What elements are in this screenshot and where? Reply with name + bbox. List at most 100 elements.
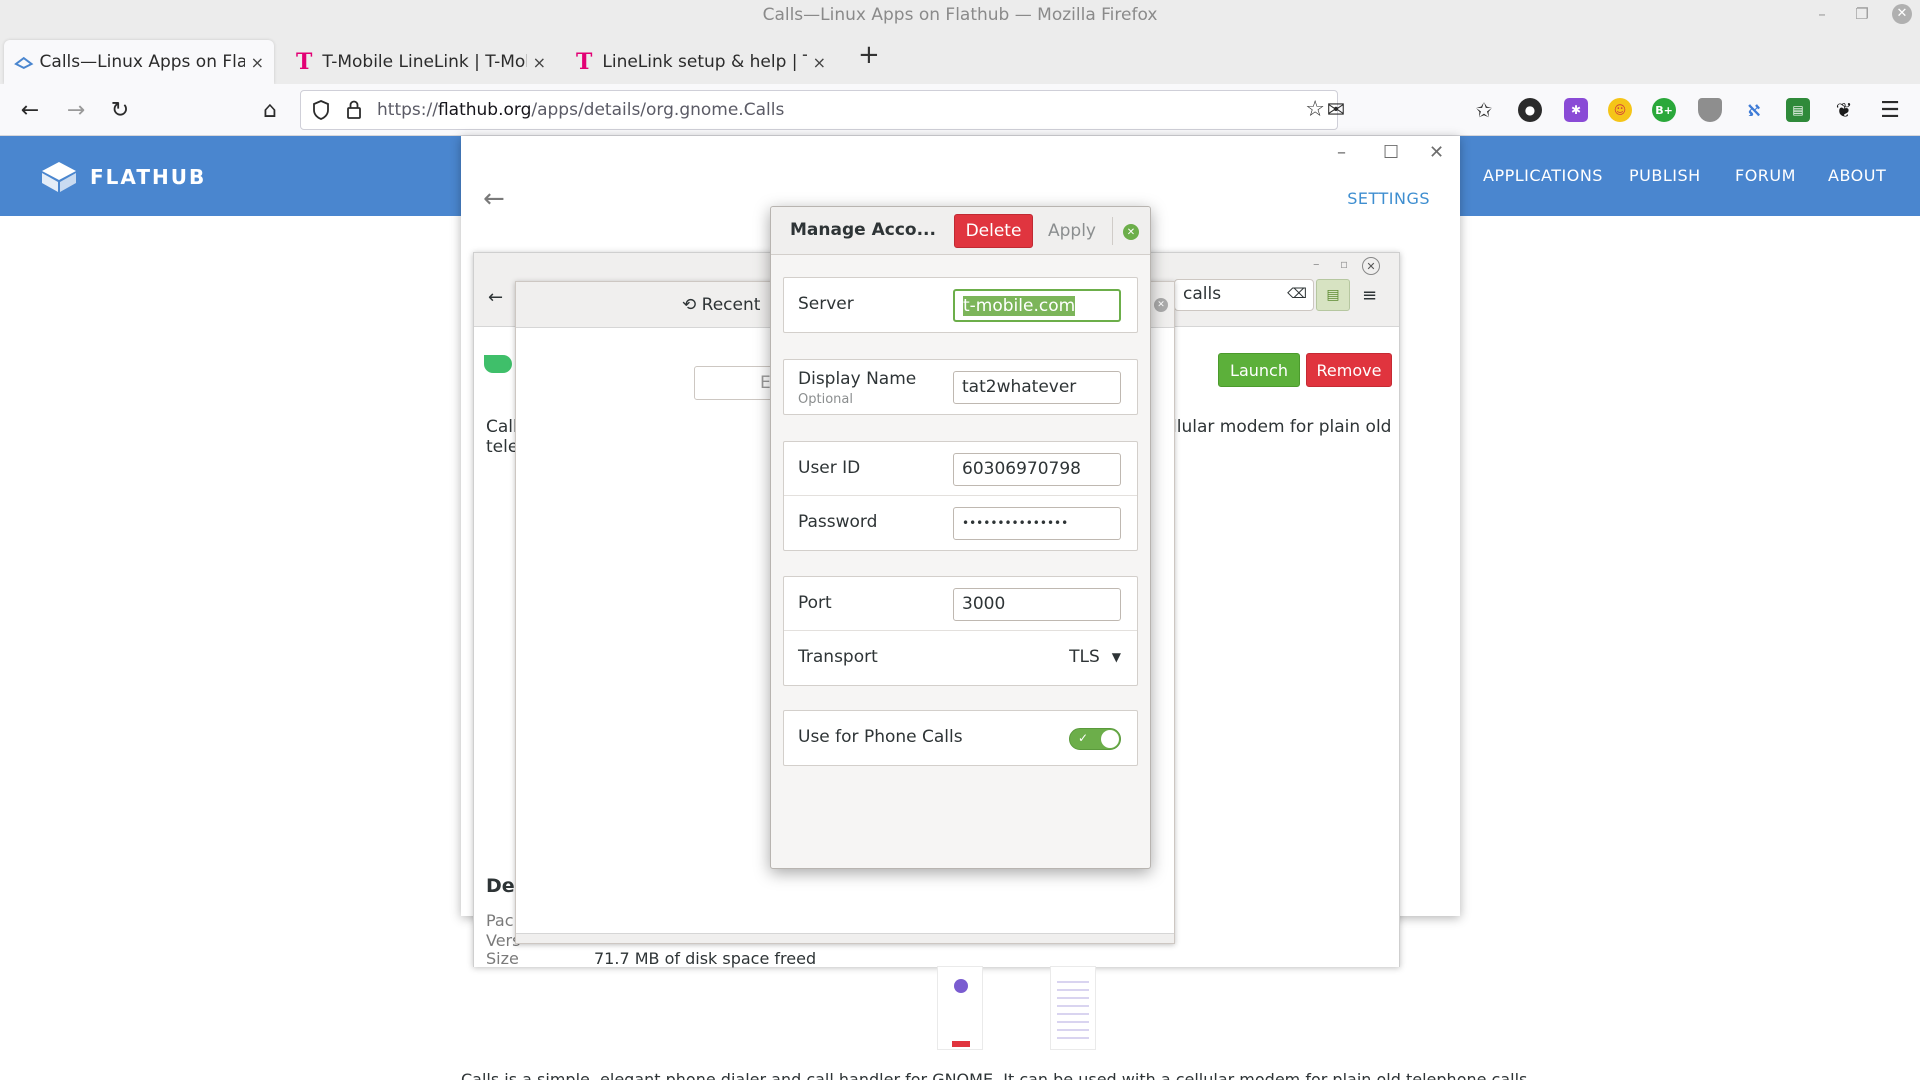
flathub-logo[interactable]: FLATHUB	[40, 160, 206, 194]
url-bar[interactable]: https://flathub.org/apps/details/org.gno…	[300, 90, 1338, 130]
extension-translate-icon[interactable]: ℵ	[1742, 98, 1766, 122]
settings-link[interactable]: SETTINGS	[1347, 189, 1430, 208]
tab-title: Calls—Linux Apps on Flathu	[39, 52, 245, 72]
dialog-title: Manage Acco...	[790, 220, 936, 240]
server-field[interactable]: t-mobile.com	[953, 289, 1121, 322]
maximize-icon[interactable]: ☐	[1383, 142, 1399, 163]
extension-dark-icon[interactable]: ●	[1518, 98, 1542, 122]
toggle-knob	[1101, 730, 1119, 748]
port-row: Port 3000	[784, 577, 1137, 631]
phone-calls-card: Use for Phone Calls ✓	[783, 710, 1138, 766]
display-name-field[interactable]: tat2whatever	[953, 371, 1121, 404]
size-value: 71.7 MB of disk space freed	[594, 949, 817, 968]
app-icon	[484, 355, 512, 373]
server-card: Server t-mobile.com	[783, 277, 1138, 333]
restore-icon[interactable]: ❐	[1852, 4, 1872, 24]
tab-linelink-setup[interactable]: T LineLink setup & help | T-Mo ×	[566, 40, 836, 84]
close-window-icon[interactable]: ✕	[1892, 4, 1912, 24]
details-heading: De	[486, 875, 515, 897]
password-row: Password •••••••••••••••	[784, 496, 1137, 550]
description-fragment: Call	[486, 417, 518, 437]
extension-emoji-icon[interactable]: ☺	[1608, 98, 1632, 122]
calls-bottom-bar	[516, 933, 1174, 943]
hamburger-menu-icon[interactable]: ☰	[1876, 96, 1904, 124]
shield-icon[interactable]	[311, 99, 331, 121]
window-title: Calls—Linux Apps on Flathub — Mozilla Fi…	[762, 5, 1158, 25]
mail-icon[interactable]: ✉	[1322, 96, 1350, 124]
extension-purple-icon[interactable]: ✱	[1564, 98, 1588, 122]
extensions-star-icon[interactable]: ✩	[1470, 96, 1498, 124]
detail-label: Pac	[486, 911, 514, 930]
back-arrow-icon[interactable]: ←	[488, 287, 503, 308]
search-input[interactable]: calls ⌫	[1174, 279, 1314, 311]
url-path: /apps/details/org.gnome.Calls	[531, 100, 785, 120]
close-dialog-icon[interactable]: ✕	[1123, 224, 1139, 240]
connection-card: Port 3000 Transport TLS ▼	[783, 576, 1138, 686]
url-text[interactable]: https://flathub.org/apps/details/org.gno…	[377, 100, 784, 120]
close-icon[interactable]: ✕	[1362, 257, 1380, 275]
remove-button[interactable]: Remove	[1306, 353, 1392, 387]
password-field[interactable]: •••••••••••••••	[953, 507, 1121, 540]
apply-button[interactable]: Apply	[1039, 214, 1105, 248]
search-value: calls	[1183, 284, 1222, 304]
nav-forum[interactable]: FORUM	[1735, 166, 1796, 185]
user-id-field[interactable]: 60306970798	[953, 453, 1121, 486]
manage-account-dialog: Manage Acco... Delete Apply ✕ Server t-m…	[770, 206, 1151, 869]
display-name-value: tat2whatever	[962, 377, 1077, 397]
nav-applications[interactable]: APPLICATIONS	[1483, 166, 1603, 185]
home-icon[interactable]: ⌂	[256, 96, 284, 124]
flathub-logo-text: FLATHUB	[90, 165, 207, 189]
forward-icon[interactable]: →	[62, 96, 90, 124]
search-toggle-icon[interactable]: ▤	[1316, 279, 1350, 311]
history-icon: ⟲	[682, 295, 697, 315]
display-name-label: Display Name	[798, 369, 917, 389]
nav-publish[interactable]: PUBLISH	[1629, 166, 1701, 185]
close-icon[interactable]: ✕	[1429, 142, 1444, 163]
description-text: Calls is a simple, elegant phone dialer …	[461, 1070, 1528, 1080]
back-arrow-icon[interactable]: ←	[483, 184, 505, 214]
port-label: Port	[798, 593, 832, 613]
lock-icon[interactable]	[345, 99, 363, 121]
extension-green-b-icon[interactable]: B+	[1652, 98, 1676, 122]
nav-about[interactable]: ABOUT	[1828, 166, 1886, 185]
window-controls: – ❐ ✕	[1812, 4, 1912, 24]
screenshot-thumbnail[interactable]	[1050, 966, 1096, 1050]
minimize-icon[interactable]: –	[1313, 257, 1320, 272]
hamburger-menu-icon[interactable]: ≡	[1362, 285, 1377, 306]
header-separator	[1112, 217, 1113, 245]
tab-close-icon[interactable]: ×	[813, 53, 826, 72]
url-host: flathub.org	[437, 100, 532, 120]
screenshot-thumbnail[interactable]	[937, 966, 983, 1050]
tab-tmobile-linelink[interactable]: T T-Mobile LineLink | T-Mobile ×	[286, 40, 556, 84]
transport-dropdown[interactable]: TLS ▼	[1069, 647, 1121, 667]
port-field[interactable]: 3000	[953, 588, 1121, 621]
extension-printer-icon[interactable]: ▤	[1786, 98, 1810, 122]
new-tab-icon[interactable]: +	[858, 40, 880, 70]
phone-calls-toggle[interactable]: ✓	[1069, 728, 1121, 750]
tab-close-icon[interactable]: ×	[533, 53, 546, 72]
transport-label: Transport	[798, 647, 878, 667]
back-icon[interactable]: ←	[16, 96, 44, 124]
reload-icon[interactable]: ↻	[106, 96, 134, 124]
close-icon[interactable]: ✕	[1154, 298, 1168, 312]
user-id-label: User ID	[798, 458, 861, 478]
tmobile-favicon-icon: T	[296, 49, 313, 75]
launch-button[interactable]: Launch	[1218, 353, 1300, 387]
delete-button[interactable]: Delete	[954, 214, 1033, 248]
extension-gnome-icon[interactable]: ❦	[1832, 98, 1856, 122]
maximize-icon[interactable]: ▫	[1340, 257, 1348, 271]
transport-value: TLS	[1069, 647, 1100, 667]
minimize-icon[interactable]: –	[1337, 142, 1346, 163]
tab-flathub[interactable]: Calls—Linux Apps on Flathu ×	[4, 40, 274, 84]
user-id-value: 60306970798	[962, 459, 1081, 479]
tab-close-icon[interactable]: ×	[251, 53, 264, 72]
phone-calls-row: Use for Phone Calls ✓	[784, 711, 1137, 765]
flathub-favicon-icon	[14, 56, 34, 69]
display-name-card: Display Name Optional tat2whatever	[783, 359, 1138, 415]
minimize-icon[interactable]: –	[1812, 4, 1832, 24]
clear-search-icon[interactable]: ⌫	[1287, 286, 1307, 302]
tmobile-favicon-icon: T	[576, 49, 593, 75]
phone-calls-label: Use for Phone Calls	[798, 727, 963, 747]
tab-recent[interactable]: ⟲ Recent	[682, 295, 760, 315]
extension-shield-icon[interactable]	[1698, 98, 1722, 122]
